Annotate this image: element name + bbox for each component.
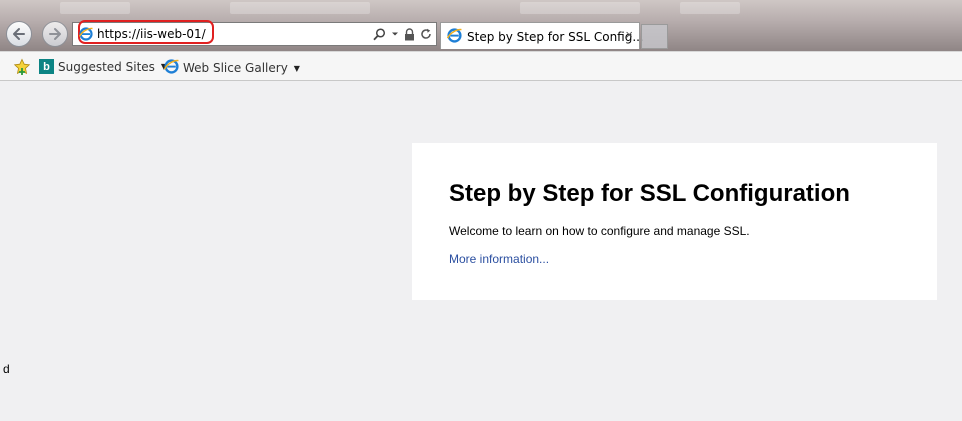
favorites-star-icon[interactable]	[13, 58, 31, 81]
content-card: Step by Step for SSL Configuration Welco…	[412, 143, 937, 300]
fav-label: Suggested Sites	[58, 59, 155, 74]
back-arrow-icon	[13, 28, 25, 40]
search-icon[interactable]	[373, 27, 386, 41]
address-bar[interactable]: https://iis-web-01/	[72, 20, 437, 46]
ie-icon	[446, 28, 462, 48]
forward-arrow-icon	[49, 28, 61, 40]
fav-web-slice-gallery[interactable]: Web Slice Gallery ▼	[163, 59, 300, 77]
welcome-text: Welcome to learn on how to configure and…	[449, 224, 750, 238]
lock-icon[interactable]	[404, 27, 415, 41]
fav-suggested-sites[interactable]: b Suggested Sites ▼	[39, 59, 167, 74]
new-tab-button[interactable]	[641, 24, 668, 49]
favorites-bar: b Suggested Sites ▼ Web Slice Gallery ▼	[0, 51, 962, 81]
address-tools	[373, 25, 432, 43]
close-icon[interactable]: ×	[625, 27, 633, 42]
refresh-icon[interactable]	[420, 28, 432, 40]
ie-icon	[78, 27, 93, 46]
fav-label: Web Slice Gallery	[183, 61, 288, 75]
page-title: Step by Step for SSL Configuration	[449, 180, 850, 207]
chevron-down-icon: ▼	[293, 63, 300, 73]
ie-icon	[163, 59, 179, 77]
background-blur	[520, 2, 640, 14]
tab-title: Step by Step for SSL Config...	[467, 30, 644, 44]
stray-text: d	[3, 362, 10, 376]
bing-icon: b	[39, 59, 54, 74]
background-blur	[680, 2, 740, 14]
forward-button[interactable]	[42, 21, 68, 47]
chevron-down-icon[interactable]	[391, 30, 399, 38]
tab-active[interactable]: Step by Step for SSL Config... ×	[440, 22, 644, 49]
background-blur	[230, 2, 370, 14]
browser-chrome: https://iis-web-01/ Step by Step for SSL…	[0, 0, 962, 51]
back-button[interactable]	[6, 21, 32, 47]
background-blur	[60, 2, 130, 14]
address-url[interactable]: https://iis-web-01/	[97, 27, 206, 41]
more-information-link[interactable]: More information...	[449, 252, 549, 266]
